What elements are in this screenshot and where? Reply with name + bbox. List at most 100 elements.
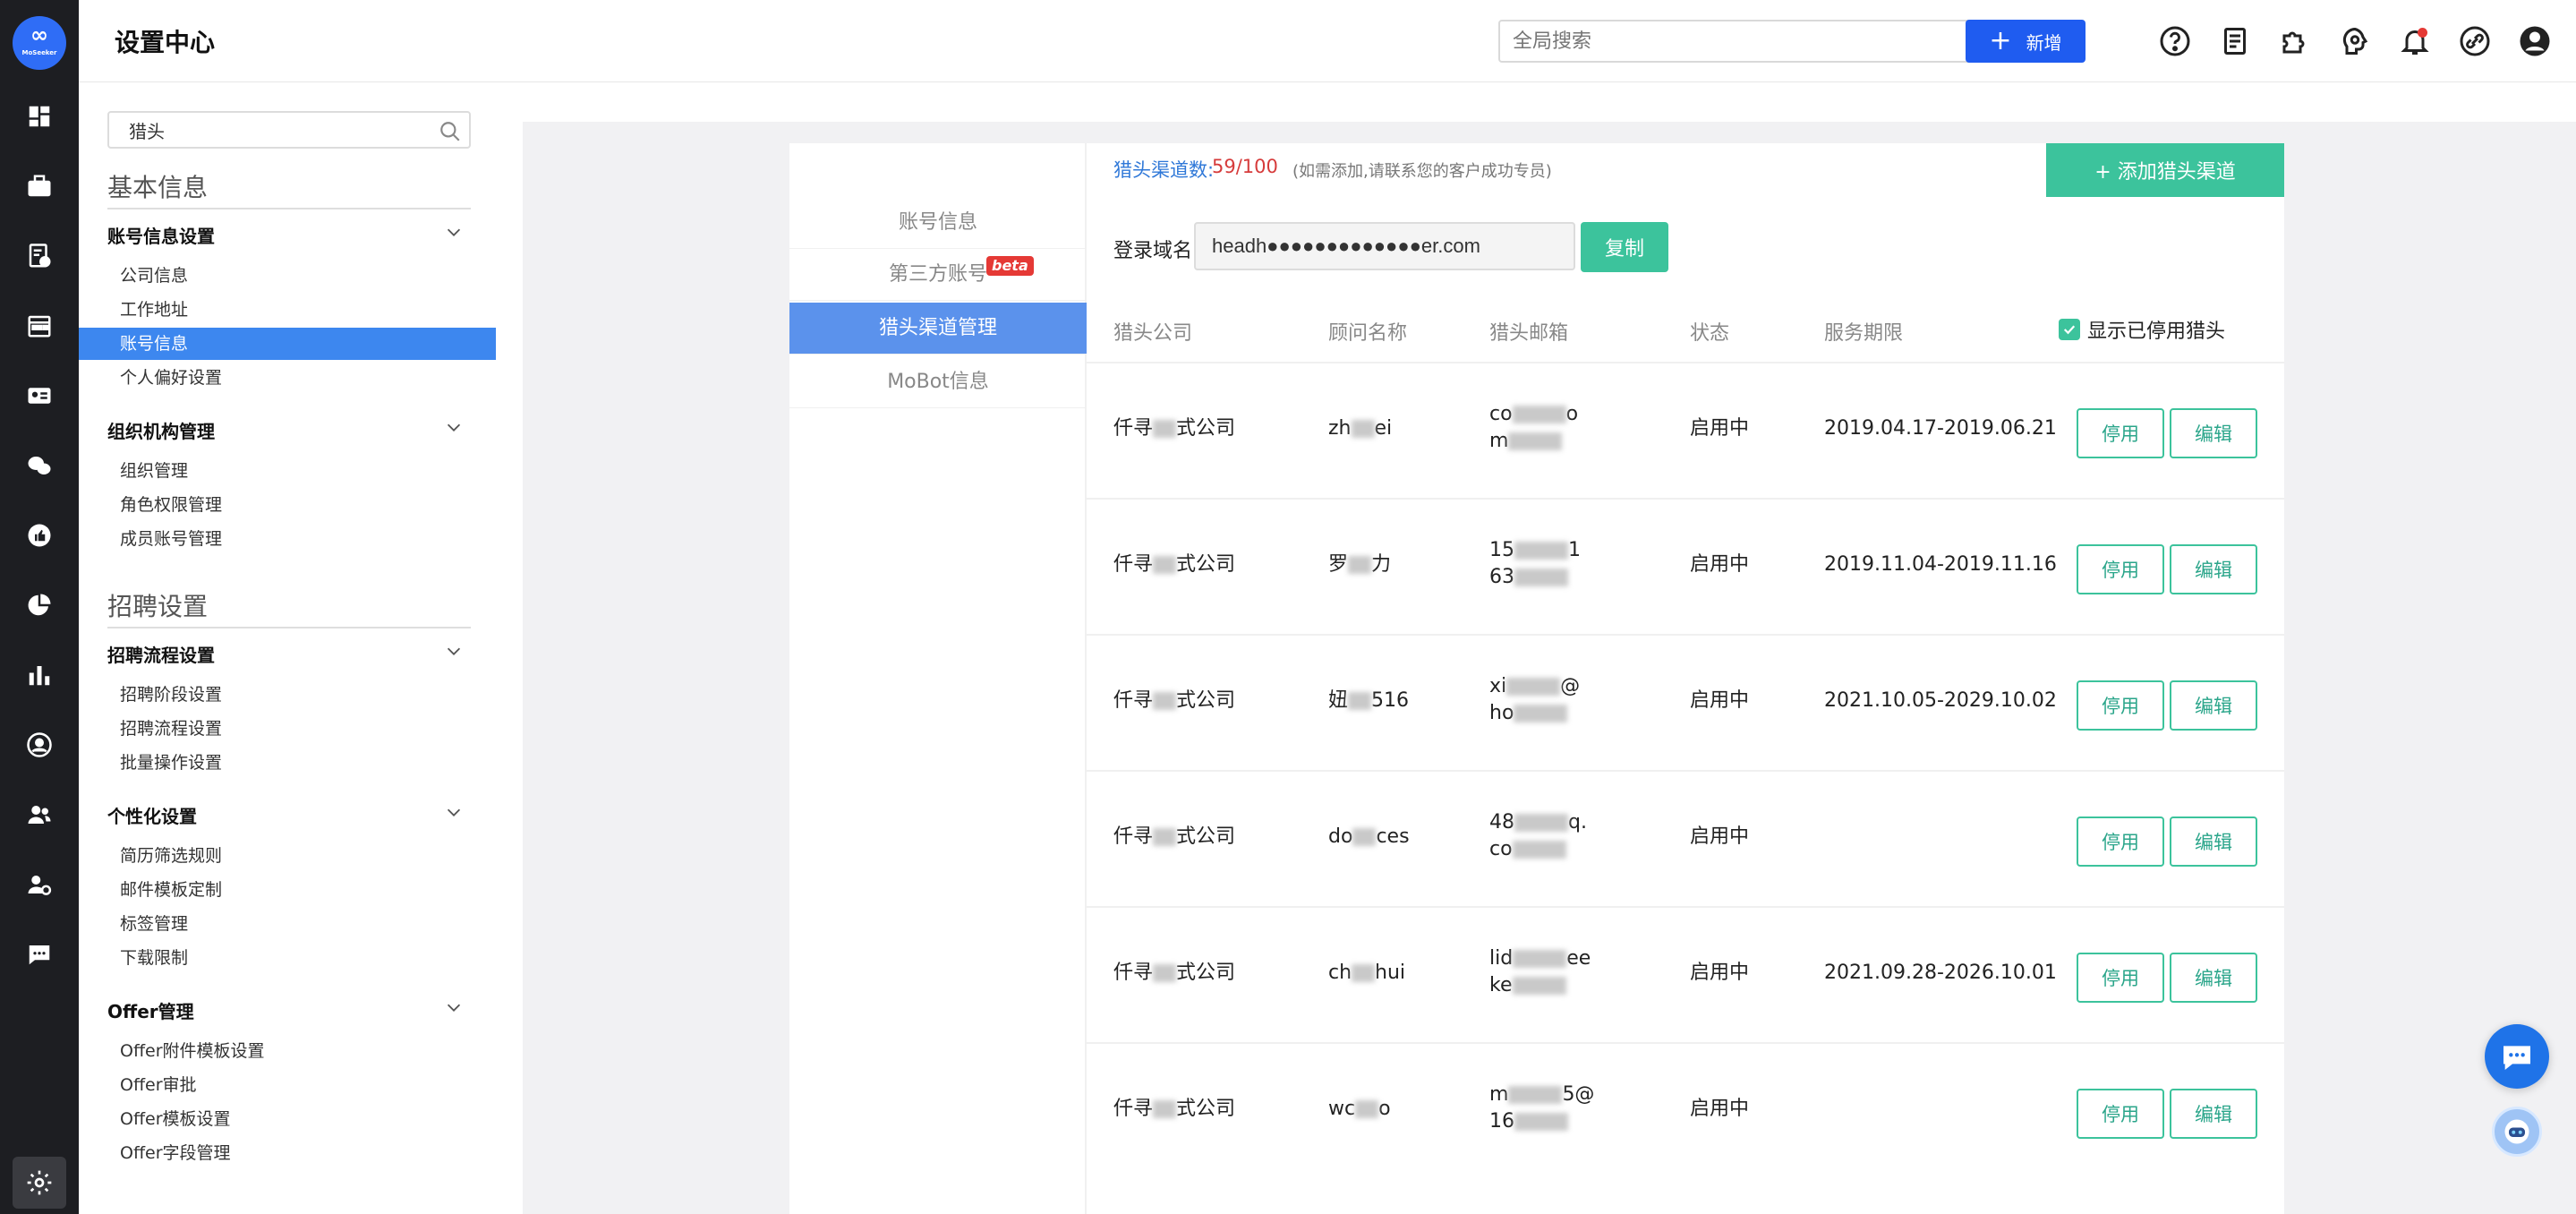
sidebar-item-role-permissions[interactable]: 角色权限管理 <box>79 489 496 521</box>
email-text: 48 <box>1489 811 1514 834</box>
resume-icon[interactable] <box>21 238 57 274</box>
edit-button[interactable]: 编辑 <box>2170 1089 2257 1139</box>
link-icon[interactable] <box>2457 23 2493 59</box>
consultant-text: hui <box>1375 962 1406 984</box>
sidebar-item-offer-template[interactable]: Offer模板设置 <box>79 1103 496 1135</box>
edit-button[interactable]: 编辑 <box>2170 544 2257 594</box>
sidebar-item-company-info[interactable]: 公司信息 <box>79 260 496 292</box>
redacted-mask <box>1153 1100 1177 1118</box>
plus-icon: + <box>1989 25 2012 56</box>
disable-button[interactable]: 停用 <box>2077 680 2164 731</box>
disable-button[interactable]: 停用 <box>2077 1089 2164 1139</box>
plugin-icon[interactable] <box>2277 23 2313 59</box>
briefcase-icon[interactable] <box>21 168 57 204</box>
id-card-icon[interactable] <box>21 378 57 414</box>
email-text: 16 <box>1489 1110 1514 1133</box>
assistant-bot-button[interactable] <box>2492 1107 2542 1157</box>
email-text: ee <box>1566 947 1591 970</box>
help-icon[interactable] <box>2157 23 2193 59</box>
sidebar-item-stage-settings[interactable]: 招聘阶段设置 <box>79 679 496 711</box>
group-organization[interactable]: 组织机构管理 <box>107 417 471 444</box>
settings-icon[interactable] <box>13 1157 66 1209</box>
sidebar-item-process-settings[interactable]: 招聘流程设置 <box>79 713 496 745</box>
pie-chart-icon[interactable] <box>21 587 57 623</box>
redacted-mask <box>1514 814 1568 832</box>
edit-button[interactable]: 编辑 <box>2170 408 2257 458</box>
calendar-icon[interactable] <box>21 308 57 344</box>
thumbs-up-icon[interactable] <box>21 517 57 553</box>
section-basic-info: 基本信息 <box>107 173 209 202</box>
column-header-email: 猎头邮箱 <box>1489 322 1569 345</box>
redacted-mask <box>1153 964 1177 982</box>
left-rail: ∞ MoSeeker <box>0 0 79 1214</box>
edit-button[interactable]: 编辑 <box>2170 953 2257 1003</box>
notification-icon[interactable] <box>2397 23 2433 59</box>
edit-button[interactable]: 编辑 <box>2170 816 2257 867</box>
company-text: 仟寻 <box>1113 553 1154 576</box>
sidebar-item-tags[interactable]: 标签管理 <box>79 908 496 940</box>
new-button[interactable]: + 新增 <box>1966 20 2086 63</box>
app-logo[interactable]: ∞ MoSeeker <box>13 16 66 70</box>
service-period-cell: 2021.10.05-2029.10.02 <box>1824 689 2057 712</box>
company-cell: 仟寻 式公司 <box>1113 824 1235 851</box>
beta-badge: beta <box>986 256 1034 276</box>
sidebar-item-preferences[interactable]: 个人偏好设置 <box>79 362 496 394</box>
disable-button[interactable]: 停用 <box>2077 816 2164 867</box>
group-recruiting-process[interactable]: 招聘流程设置 <box>107 641 471 668</box>
show-disabled-checkbox[interactable]: 显示已停用猎头 <box>2059 315 2225 344</box>
sidebar-item-offer-approval[interactable]: Offer审批 <box>79 1069 496 1101</box>
sidebar-item-email-templates[interactable]: 邮件模板定制 <box>79 874 496 906</box>
group-personalization[interactable]: 个性化设置 <box>107 802 471 829</box>
redacted-mask <box>1508 1086 1563 1104</box>
group-title: Offer管理 <box>107 1001 194 1022</box>
subnav-headhunter-channels[interactable]: 猎头渠道管理 <box>789 303 1087 355</box>
sidebar-item-resume-filter[interactable]: 简历筛选规则 <box>79 840 496 872</box>
global-search-input[interactable] <box>1498 20 2010 63</box>
redacted-mask <box>1514 569 1568 586</box>
edit-button[interactable]: 编辑 <box>2170 680 2257 731</box>
message-icon[interactable] <box>21 936 57 972</box>
bar-chart-icon[interactable] <box>21 657 57 693</box>
sidebar-item-offer-attachment[interactable]: Offer附件模板设置 <box>79 1035 496 1067</box>
subnav-third-party[interactable]: 第三方账号 <box>789 249 1087 301</box>
headhunter-icon[interactable] <box>21 727 57 763</box>
redacted-mask <box>1355 1100 1379 1118</box>
support-icon[interactable] <box>2337 23 2373 59</box>
consultant-text: ch <box>1328 962 1352 984</box>
chat-button[interactable] <box>2485 1024 2549 1089</box>
redacted-mask <box>1514 542 1568 560</box>
group-account-settings[interactable]: 账号信息设置 <box>107 222 471 249</box>
wechat-icon[interactable] <box>21 448 57 483</box>
document-icon[interactable] <box>2217 23 2253 59</box>
subnav-mobot-info[interactable]: MoBot信息 <box>789 356 1087 408</box>
user-settings-icon[interactable] <box>21 867 57 902</box>
sidebar-item-download-limit[interactable]: 下载限制 <box>79 942 496 974</box>
sidebar-item-offer-fields[interactable]: Offer字段管理 <box>79 1137 496 1169</box>
sidebar-item-member-accounts[interactable]: 成员账号管理 <box>79 523 496 555</box>
disable-button[interactable]: 停用 <box>2077 953 2164 1003</box>
company-text: 式公司 <box>1176 1098 1236 1120</box>
group-offer-management[interactable]: Offer管理 <box>107 997 471 1024</box>
email-text: lid <box>1489 947 1514 970</box>
company-text: 式公司 <box>1176 962 1236 984</box>
disable-button[interactable]: 停用 <box>2077 408 2164 458</box>
table-row: 仟寻 式公司 ch hui lid ee ke 启用中 2021.09.28-2026.10.0… <box>1087 906 2284 1042</box>
subnav-account-info[interactable]: 账号信息 <box>789 197 1087 249</box>
sidebar-item-work-address[interactable]: 工作地址 <box>79 294 496 326</box>
sidebar-item-org-management[interactable]: 组织管理 <box>79 455 496 487</box>
email-text: m <box>1489 1083 1509 1106</box>
add-headhunter-channel-button[interactable]: + 添加猎头渠道 <box>2046 143 2284 197</box>
search-icon[interactable] <box>439 120 462 143</box>
dashboard-icon[interactable] <box>21 98 57 134</box>
redacted-mask <box>1351 420 1375 438</box>
copy-button[interactable]: 复制 <box>1581 222 1668 272</box>
table-row: 仟寻 式公司 do ces 48 q. co 启用中 停用 编辑 <box>1087 770 2284 906</box>
disable-button[interactable]: 停用 <box>2077 544 2164 594</box>
sidebar-search-input[interactable] <box>107 111 471 149</box>
email-text: co <box>1489 403 1513 425</box>
user-icon[interactable] <box>2517 23 2553 59</box>
team-icon[interactable] <box>21 797 57 833</box>
sidebar-item-batch-settings[interactable]: 批量操作设置 <box>79 747 496 779</box>
login-domain-field[interactable] <box>1194 222 1575 270</box>
sidebar-item-account-info[interactable]: 账号信息 <box>79 328 496 360</box>
